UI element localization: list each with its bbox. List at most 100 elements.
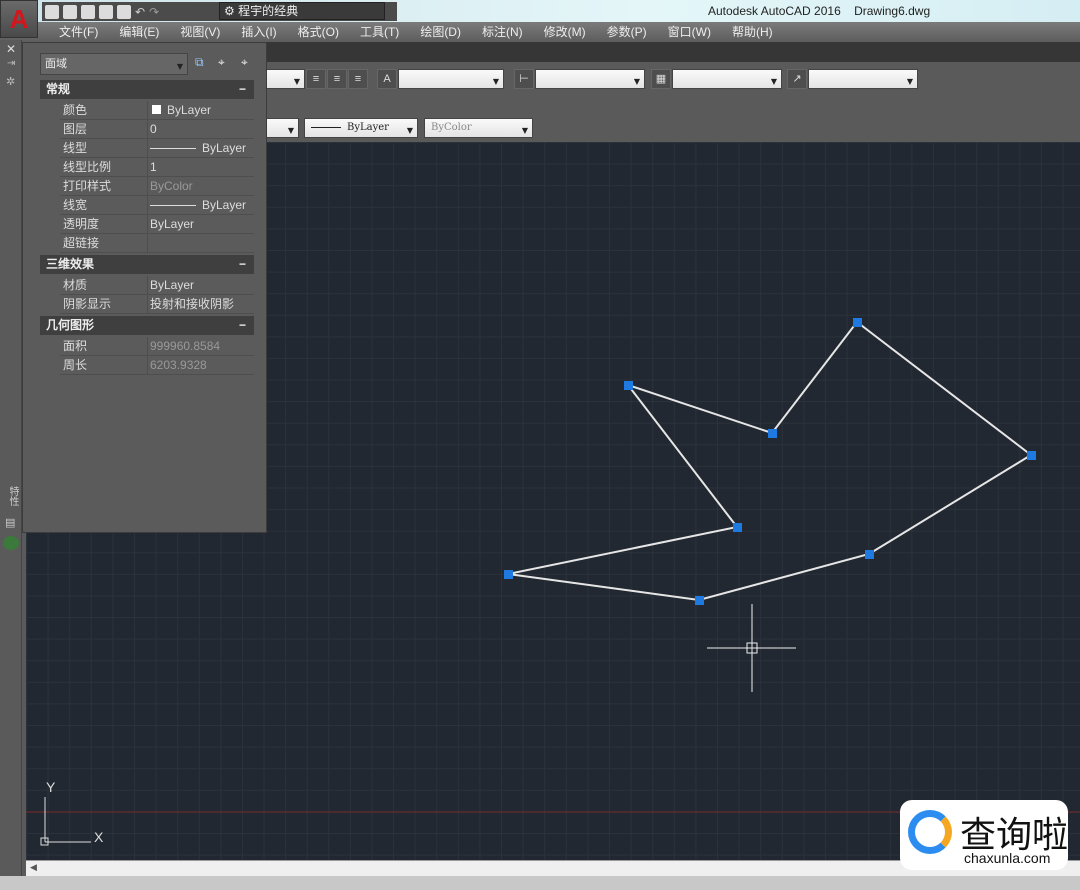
property-row[interactable]: 周长 6203.9328 xyxy=(60,356,254,375)
menu-edit[interactable]: 编辑(E) xyxy=(110,22,168,42)
property-value[interactable]: 6203.9328 xyxy=(147,356,254,375)
property-row[interactable]: 图层 0 xyxy=(60,120,254,139)
menu-tools[interactable]: 工具(T) xyxy=(351,22,408,42)
table-style-dropdown[interactable] xyxy=(672,69,782,91)
new-icon[interactable] xyxy=(45,4,59,19)
undo-icon[interactable]: ↶ xyxy=(135,5,145,19)
property-value[interactable]: 999960.8584 xyxy=(147,337,254,356)
property-value-text: ByLayer xyxy=(167,103,212,117)
property-value[interactable] xyxy=(147,234,254,253)
layer-previous-icon[interactable]: ≡ xyxy=(327,69,347,89)
grip-handle[interactable] xyxy=(1027,451,1036,460)
menu-modify[interactable]: 修改(M) xyxy=(535,22,595,42)
selection-cycling-icon[interactable] xyxy=(3,536,19,550)
linetype-dropdown[interactable]: ByLayer xyxy=(304,118,418,140)
save-icon[interactable] xyxy=(81,4,95,19)
multileader-style-dropdown[interactable] xyxy=(808,69,918,91)
property-value-text: 1 xyxy=(150,160,157,174)
property-value[interactable]: 投射和接收阴影 xyxy=(147,295,254,314)
property-row[interactable]: 阴影显示 投射和接收阴影 xyxy=(60,295,254,314)
menu-view[interactable]: 视图(V) xyxy=(171,22,229,42)
grip-handle[interactable] xyxy=(504,570,513,579)
grip-handle[interactable] xyxy=(695,596,704,605)
grip-handle[interactable] xyxy=(865,550,874,559)
scroll-left-icon[interactable]: ◀ xyxy=(30,862,37,873)
grip-handle[interactable] xyxy=(768,429,777,438)
print-icon[interactable] xyxy=(117,4,131,19)
grip-handle[interactable] xyxy=(624,381,633,390)
quick-select-icon[interactable]: ⌖ xyxy=(241,55,248,70)
property-value[interactable]: ByLayer xyxy=(147,196,254,215)
select-objects-icon[interactable]: ⌖ xyxy=(218,55,225,70)
close-icon[interactable]: ✕ xyxy=(6,42,16,56)
property-value[interactable]: ByLayer xyxy=(147,215,254,234)
collapse-icon[interactable]: − xyxy=(239,80,246,99)
quick-properties-icon[interactable]: ▤ xyxy=(5,516,15,529)
line-sample xyxy=(150,148,196,150)
property-value[interactable]: ByLayer xyxy=(147,276,254,295)
save-as-icon[interactable] xyxy=(99,4,113,19)
property-value-text: 0 xyxy=(150,122,157,136)
property-label: 图层 xyxy=(63,122,88,136)
property-row[interactable]: 超链接 xyxy=(60,234,254,253)
toggle-pickadd-icon[interactable]: ⧉ xyxy=(195,55,204,70)
region-polyline[interactable] xyxy=(507,320,1033,602)
layer-match-icon[interactable]: ≡ xyxy=(348,69,368,89)
menu-file[interactable]: 文件(F) xyxy=(50,22,107,42)
collapse-icon[interactable]: − xyxy=(239,255,246,274)
property-row[interactable]: 透明度 ByLayer xyxy=(60,215,254,234)
menu-window[interactable]: 窗口(W) xyxy=(659,22,720,42)
section-title: 三维效果 xyxy=(46,257,95,271)
property-label: 打印样式 xyxy=(63,179,112,193)
property-row[interactable]: 面积 999960.8584 xyxy=(60,337,254,356)
object-type-dropdown[interactable]: 面域 xyxy=(40,53,188,77)
open-icon[interactable] xyxy=(63,4,77,19)
palette-title: 特性 xyxy=(7,486,18,506)
dim-style-icon[interactable]: ⊢ xyxy=(514,69,534,89)
text-style-icon[interactable]: A xyxy=(377,69,397,89)
menu-dimension[interactable]: 标注(N) xyxy=(473,22,532,42)
property-row[interactable]: 颜色 ByLayer xyxy=(60,101,254,120)
menu-format[interactable]: 格式(O) xyxy=(289,22,348,42)
line-sample xyxy=(150,205,196,207)
grip-handle[interactable] xyxy=(733,523,742,532)
property-label: 颜色 xyxy=(63,103,88,117)
text-style-dropdown[interactable] xyxy=(398,69,504,91)
property-row[interactable]: 线型 ByLayer xyxy=(60,139,254,158)
section-header[interactable]: 三维效果 − xyxy=(40,255,254,274)
properties-palette: 面域 ⧉ ⌖ ⌖ 常规 − 颜色 ByLayer 图层 0 线型 ByLayer 线型比例 1 打印… xyxy=(22,42,267,533)
multileader-style-icon[interactable]: ↗ xyxy=(787,69,807,89)
menu-bar: 文件(F) 编辑(E) 视图(V) 插入(I) 格式(O) 工具(T) 绘图(D… xyxy=(0,22,1080,42)
property-row[interactable]: 线型比例 1 xyxy=(60,158,254,177)
redo-icon[interactable]: ↷ xyxy=(149,5,159,19)
grip-handle[interactable] xyxy=(853,318,862,327)
workspace-dropdown[interactable]: ⚙ 程宇的经典 xyxy=(219,2,385,20)
property-value[interactable]: 1 xyxy=(147,158,254,177)
collapse-icon[interactable]: − xyxy=(239,316,246,335)
section-header[interactable]: 常规 − xyxy=(40,80,254,99)
palette-side-strip: ✕ ⇥ ✲ 特性 ▤ xyxy=(0,40,22,876)
layer-state-icon[interactable]: ≡ xyxy=(306,69,326,89)
plotstyle-dropdown[interactable]: ByColor xyxy=(424,118,533,140)
autohide-icon[interactable]: ⇥ xyxy=(7,58,15,69)
application-menu-button[interactable]: A xyxy=(0,0,38,38)
section-header[interactable]: 几何图形 − xyxy=(40,316,254,335)
menu-help[interactable]: 帮助(H) xyxy=(723,22,782,42)
property-value[interactable]: ByColor xyxy=(147,177,254,196)
property-row[interactable]: 打印样式 ByColor xyxy=(60,177,254,196)
ucs-x-label: X xyxy=(94,829,104,845)
dim-style-dropdown[interactable] xyxy=(535,69,645,91)
property-row[interactable]: 线宽 ByLayer xyxy=(60,196,254,215)
settings-icon[interactable]: ✲ xyxy=(6,75,15,88)
property-value[interactable]: ByLayer xyxy=(147,139,254,158)
menu-insert[interactable]: 插入(I) xyxy=(232,22,285,42)
property-label: 材质 xyxy=(63,278,88,292)
table-style-icon[interactable]: ▦ xyxy=(651,69,671,89)
line-sample xyxy=(311,127,341,128)
menu-parameters[interactable]: 参数(P) xyxy=(598,22,656,42)
menu-draw[interactable]: 绘图(D) xyxy=(411,22,470,42)
property-row[interactable]: 材质 ByLayer xyxy=(60,276,254,295)
property-value[interactable]: 0 xyxy=(147,120,254,139)
property-value[interactable]: ByLayer xyxy=(147,101,254,120)
property-label: 周长 xyxy=(63,358,88,372)
